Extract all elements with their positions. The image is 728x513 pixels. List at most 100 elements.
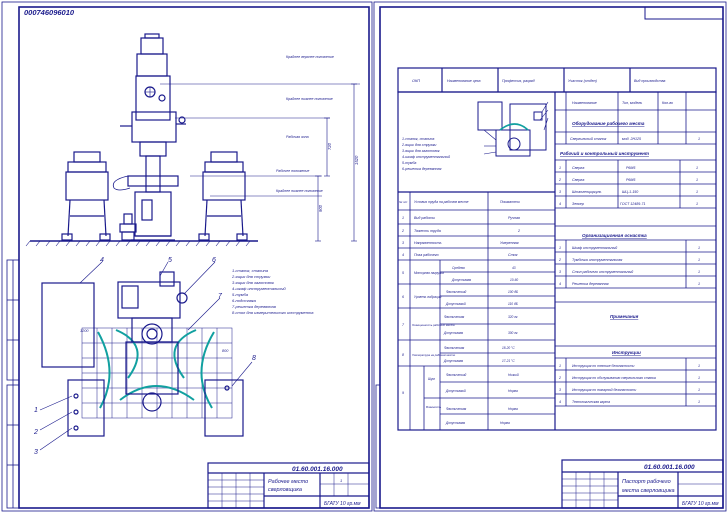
left-title-line1: Рабочее место (268, 479, 308, 485)
org-row-2-name: Тумбочка инструментальная (572, 258, 622, 262)
param-row-4-name: Поза рабочего (414, 253, 439, 257)
param-row-5-sub-1-label: Средняя (452, 266, 465, 270)
param-row-6-sub-1-label: Фактический (446, 290, 467, 294)
header-cell-shop: Наименование цеха (447, 79, 480, 83)
callout-3: 3 (34, 449, 38, 456)
param-row-9-sub-1-label: Фактический (446, 373, 467, 377)
equip-row-1-name: Сверлильный станок (570, 137, 607, 141)
tools-row-2-type: Р6М5 (626, 178, 635, 182)
docs-row-1-qty: 1 (698, 364, 700, 368)
param-row-8-sub-2-label: Допустимая (443, 359, 463, 363)
params-col-name: Условия труда на рабочем месте (414, 200, 469, 204)
param-row-5-sub-2-value: 10-60 (510, 278, 518, 282)
docs-row-2-qty: 1 (698, 376, 700, 380)
docs-row-2-n: 2 (558, 376, 561, 380)
org-row-2-n: 2 (558, 258, 561, 262)
param-row-7-sub-1-value: 320 лк (508, 315, 518, 319)
param-row-9-sub-1-value: Низкий (508, 373, 519, 377)
param-row-10-sub-2-label: Допустимая (445, 421, 465, 425)
tools-heading: Рабочий и контрольный инструмент (560, 150, 649, 156)
param-row-2-n: 2 (401, 229, 404, 233)
equip-row-1-qty: 1 (698, 137, 700, 141)
tools-row-2-name: Сверла (572, 178, 584, 182)
header-cell-production: Вид производства (634, 79, 665, 83)
param-row-9-sub-2-value: Норма (508, 389, 518, 393)
tools-row-3-qty: 1 (696, 190, 698, 194)
header-cell-okp: ОКП (412, 79, 420, 83)
org-row-1-qty: 1 (698, 246, 700, 250)
docs-row-3-n: 3 (559, 388, 561, 392)
right-title-line2: места сверловщика (622, 488, 675, 494)
param-row-5-sub-2-label: Допустимая (451, 278, 471, 282)
param-row-6-sub-2-value: 110 дБ (508, 302, 518, 306)
param-row-5-n: 5 (402, 271, 404, 275)
passport-legend-3: 3-ящик для заготовок (402, 149, 440, 153)
plan-legend-line-3: 3-ящик для заготовок (232, 280, 275, 285)
docs-row-4-n: 4 (559, 400, 561, 404)
right-sheet-inner-frame (379, 6, 724, 509)
org-row-2-qty: 1 (698, 258, 700, 262)
equip-heading: Оборудование рабочего места (572, 120, 645, 126)
param-row-8-sub-1-value: 18-20 °С (502, 346, 515, 350)
passport-legend-5: 5-тумба (402, 161, 416, 165)
plan-legend-line-4: 4-шкаф инструментальный (232, 286, 286, 291)
dim-900: 900 (318, 204, 323, 212)
plan-legend-line-7: 7-решетка деревянная (232, 304, 277, 309)
elev-label-upper: Крайнее верхнее положение (286, 55, 334, 59)
elev-label-working: Рабочее положение (276, 169, 309, 173)
tools-row-1-type: Р6М5 (626, 166, 635, 170)
tools-row-4-qty: 1 (696, 202, 698, 206)
callout-2: 2 (33, 429, 38, 436)
plan-view (39, 261, 253, 451)
param-row-7-name: Освещенность рабочего места (412, 323, 455, 327)
org-row-4-qty: 1 (698, 282, 700, 286)
params-col-value: Показатели (500, 200, 520, 204)
right-doc-code: 01.60.001.16.000 (644, 464, 695, 471)
param-row-10-name: Влажность (426, 405, 442, 409)
equip-col-name: Наименование (572, 101, 597, 105)
param-row-2-name: Тяжесть труда (414, 229, 441, 233)
org-row-1-name: Шкаф инструментальный (572, 246, 617, 250)
callout-7: 7 (218, 293, 223, 300)
passport-legend-1: 1-станок, станина (402, 137, 434, 141)
tools-row-3-type: ШЦ-1-150 (622, 190, 638, 194)
param-row-8-sub-1-label: Фактическая (444, 346, 465, 350)
param-row-7-sub-2-value: 300 лк (508, 331, 518, 335)
param-row-7-sub-1-label: Фактическая (444, 315, 465, 319)
param-row-10-sub-2-value: Норма (500, 421, 510, 425)
param-row-9-name: Шум (428, 377, 436, 381)
passport-header-row (397, 67, 717, 93)
org-row-4-n: 4 (559, 282, 561, 286)
elev-label-bottom: Крайнее нижнее положение (276, 189, 323, 193)
passport-legend-4: 4-шкаф инструментальный (402, 155, 450, 159)
param-row-3-n: 3 (402, 241, 404, 245)
tools-row-1-name: Сверла (572, 166, 584, 170)
callout-6: 6 (212, 257, 216, 264)
left-sheet-outer-frame (1, 1, 373, 512)
docs-row-3-qty: 1 (698, 388, 700, 392)
param-row-1-value: Ручная (508, 216, 520, 220)
passport-body (397, 91, 717, 431)
docs-heading: Инструкции (612, 350, 641, 355)
plan-legend-line-1: 1-станок, станина (232, 268, 269, 273)
callout-1: 1 (34, 407, 38, 414)
docs-row-1-name: Инструкция по технике безопасности (572, 364, 634, 368)
header-cell-section: Участок (отдел) (568, 79, 597, 83)
left-corner-code: 000746096010 (24, 8, 75, 17)
docs-row-4-name: Технологическая карта (572, 400, 610, 404)
params-table-grid (398, 192, 555, 430)
callout-8: 8 (252, 355, 256, 362)
left-margin-strips (6, 259, 20, 509)
param-row-6-sub-2-label: Допустимый (445, 302, 466, 306)
equip-col-qty: Кол-во (662, 101, 673, 105)
docs-row-3-name: Инструкция по пожарной безопасности (572, 388, 636, 392)
param-row-2-value: 2 (517, 229, 520, 233)
docs-row-2-name: Инструкция по обслуживанию сверлильного … (572, 376, 656, 380)
left-org: БГАТУ 10 гр.мм (324, 501, 361, 507)
plan-legend-line-2: 2-ящик для стружки (231, 274, 271, 279)
technical-drawing-sheet: 000746096010 Крайнее верхнее положение К… (1, 1, 727, 512)
right-title-line1: Паспорт рабочего (622, 479, 671, 485)
plan-dim-1200: 1200 (80, 329, 89, 333)
tools-row-4-type: ГОСТ 12489-71 (620, 202, 646, 206)
param-row-8-name: Температура на рабочем месте (412, 353, 456, 357)
